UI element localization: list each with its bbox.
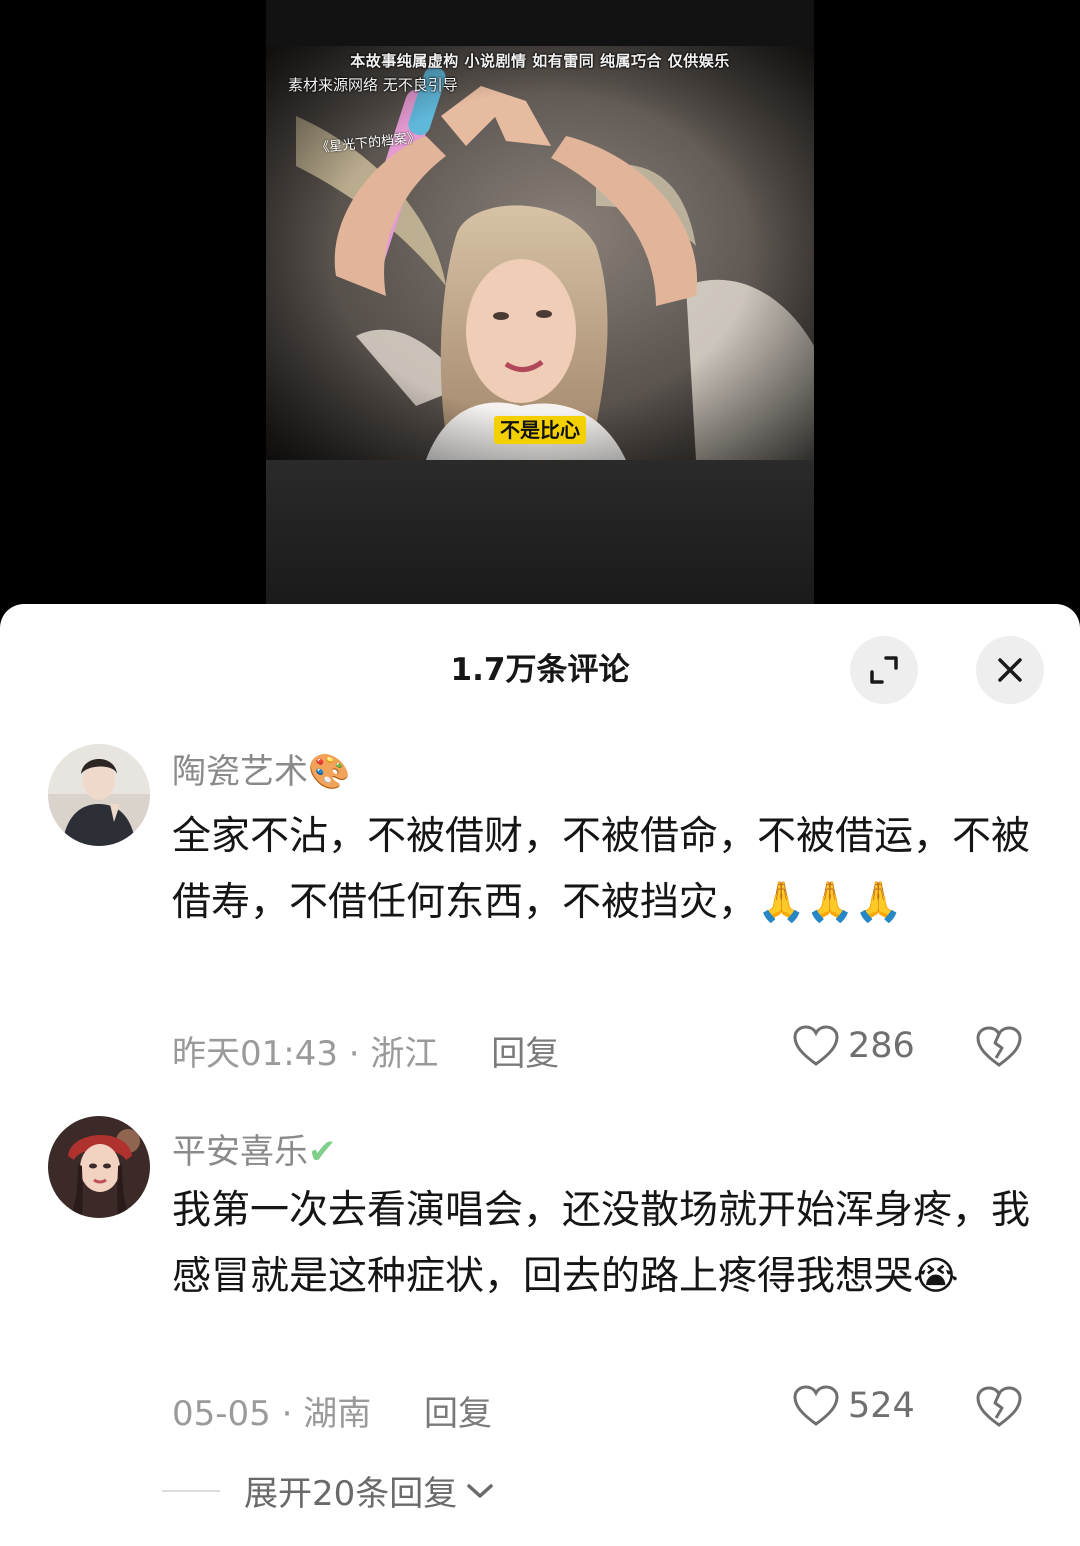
dislike-button[interactable] <box>974 1385 1024 1433</box>
video-frame[interactable]: 本故事纯属虚构 小说剧情 如有雷同 纯属巧合 仅供娱乐 素材来源网络 无不良引导… <box>266 0 814 606</box>
close-icon <box>998 658 1022 682</box>
heart-icon <box>793 1025 839 1066</box>
expand-button[interactable] <box>850 636 918 704</box>
chevron-down-icon <box>467 1483 494 1498</box>
broken-heart-icon <box>976 1386 1022 1427</box>
close-button[interactable] <box>976 636 1044 704</box>
video-disclaimer: 本故事纯属虚构 小说剧情 如有雷同 纯属巧合 仅供娱乐 <box>350 52 730 70</box>
expand-icon <box>870 656 898 684</box>
verified-check-icon: ✔ <box>308 1132 337 1172</box>
comment-username[interactable]: 陶瓷艺术🎨 <box>172 744 350 793</box>
meta-separator: · <box>348 1034 360 1074</box>
username-label: 陶瓷艺术 <box>172 752 308 792</box>
video-illustration <box>266 46 814 460</box>
expand-replies-divider <box>162 1489 220 1492</box>
like-count: 524 <box>848 1386 915 1426</box>
comment-text[interactable]: 全家不沾，不被借财，不被借命，不被借运，不被借寿，不借任何东西，不被挡灾，🙏🙏🙏 <box>172 804 1032 936</box>
like-button[interactable]: 524 <box>792 1384 915 1428</box>
username-label: 平安喜乐 <box>172 1132 308 1172</box>
palette-emoji-icon: 🎨 <box>308 752 351 792</box>
comment-meta: 05-05 · 湖南 回复 <box>172 1386 492 1435</box>
meta-separator: · <box>281 1394 293 1434</box>
comment-username[interactable]: 平安喜乐✔ <box>172 1124 337 1173</box>
avatar-image <box>48 744 150 846</box>
comments-count-title: 1.7万条评论 <box>450 652 630 688</box>
avatar[interactable] <box>48 1116 150 1218</box>
comment-location: 湖南 <box>303 1394 372 1434</box>
comment-time: 05-05 <box>172 1394 271 1434</box>
reply-button[interactable]: 回复 <box>491 1034 559 1074</box>
avatar-image <box>48 1116 150 1218</box>
video-still-image <box>266 46 814 460</box>
video-source-note: 素材来源网络 无不良引导 <box>288 76 458 94</box>
video-subtitle-label: 不是比心 <box>494 416 586 444</box>
dislike-button[interactable] <box>974 1025 1024 1073</box>
reply-button[interactable]: 回复 <box>424 1394 492 1434</box>
comments-sheet: 1.7万条评论 陶瓷艺术🎨 全家不沾，不被借财，不被借命，不被借运，不被借寿，不 <box>0 604 1080 1546</box>
comment-time: 昨天01:43 <box>172 1034 338 1074</box>
broken-heart-icon <box>976 1026 1022 1067</box>
comment-meta: 昨天01:43 · 浙江 回复 <box>172 1026 559 1075</box>
video-player[interactable]: 本故事纯属虚构 小说剧情 如有雷同 纯属巧合 仅供娱乐 素材来源网络 无不良引导… <box>0 0 1080 606</box>
like-button[interactable]: 286 <box>792 1024 915 1068</box>
heart-icon <box>793 1385 839 1426</box>
expand-replies-button[interactable]: 展开20条回复 <box>162 1466 495 1515</box>
expand-replies-label: 展开20条回复 <box>244 1474 458 1514</box>
avatar[interactable] <box>48 744 150 846</box>
video-subtitle: 不是比心 <box>266 414 814 444</box>
video-lower-area <box>266 460 814 606</box>
comment-location: 浙江 <box>370 1034 439 1074</box>
comment-text[interactable]: 我第一次去看演唱会，还没散场就开始浑身疼，我感冒就是这种症状，回去的路上疼得我想… <box>172 1178 1032 1310</box>
like-count: 286 <box>848 1026 915 1066</box>
